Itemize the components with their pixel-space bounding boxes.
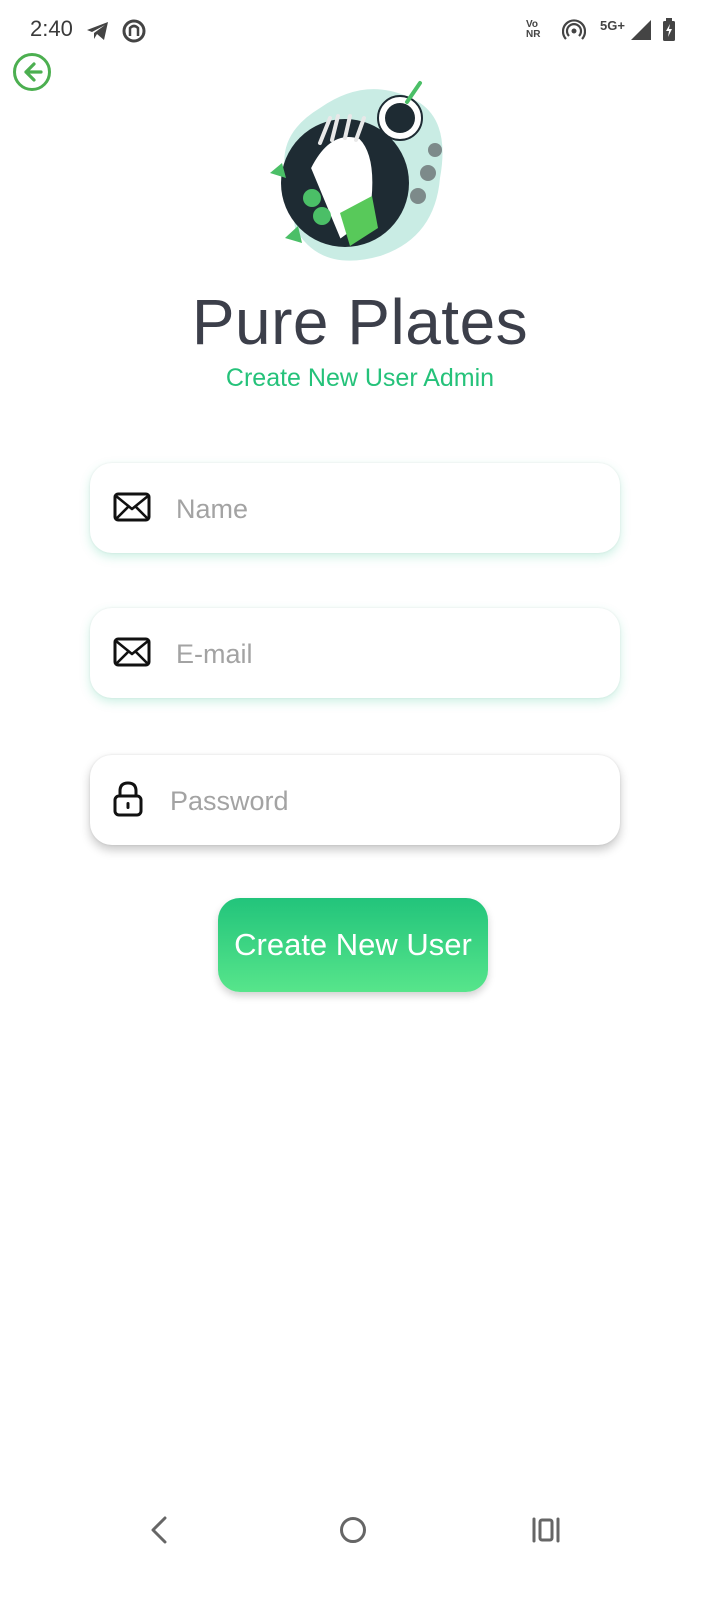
status-time: 2:40 [30,16,73,41]
nav-home-button[interactable] [331,1508,375,1552]
signal-icon [631,20,651,40]
telegram-icon [87,22,108,40]
password-input[interactable] [168,777,592,825]
battery-icon [663,18,675,41]
nav-recents-button[interactable] [524,1508,568,1552]
page-subtitle: Create New User Admin [225,364,495,392]
system-nav-bar [0,1490,720,1570]
back-button[interactable] [12,52,52,92]
name-input[interactable] [174,485,598,533]
status-bar: 2:40 Vo NR 5G+ [0,0,720,60]
password-field-container [90,755,620,845]
lock-icon [113,781,143,817]
volte-icon: Vo NR [526,19,541,40]
nav-back-button[interactable] [138,1508,182,1552]
food-logo-illustration [270,81,443,261]
app-title: Pure Plates [191,286,529,358]
email-input[interactable] [174,630,598,678]
name-field-container [90,463,620,553]
hotspot-icon [562,19,586,40]
network-type-label: 5G+ [600,18,625,33]
app-notification-icon [122,19,146,43]
create-new-user-button[interactable]: Create New User [218,898,488,992]
email-field-container [90,608,620,698]
envelope-icon [113,492,151,522]
envelope-icon [113,637,151,667]
